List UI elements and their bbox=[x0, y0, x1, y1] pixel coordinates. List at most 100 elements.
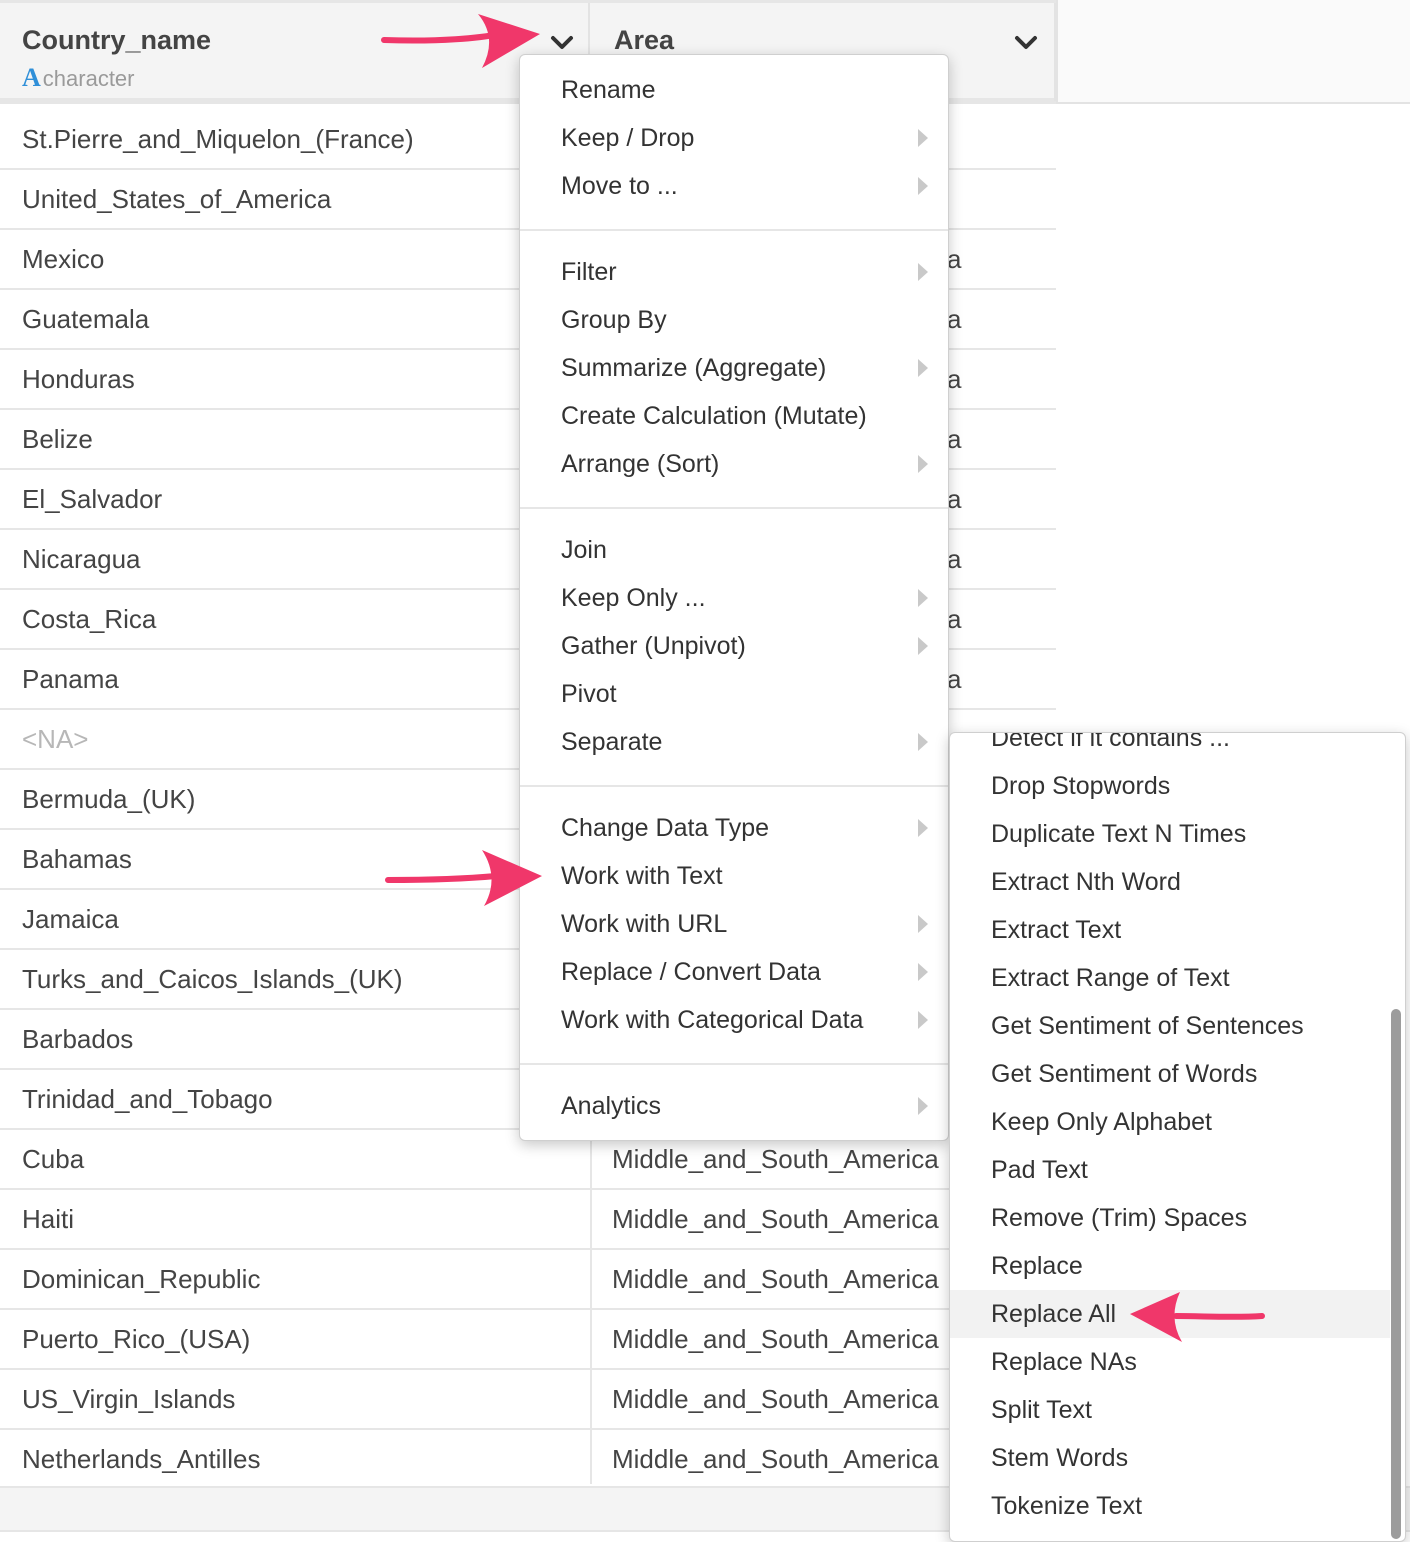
column-context-menu: Rename Keep / Drop Move to ... Filter Gr… bbox=[519, 54, 949, 1141]
submenu-item[interactable]: Duplicate Text N Times bbox=[950, 810, 1390, 858]
cell-area: a bbox=[947, 604, 962, 634]
chevron-down-icon[interactable] bbox=[1012, 31, 1040, 55]
menu-item-pivot[interactable]: Pivot bbox=[520, 672, 948, 716]
submenu-item[interactable]: Replace bbox=[950, 1242, 1390, 1290]
menu-item-arrange[interactable]: Arrange (Sort) bbox=[520, 442, 948, 486]
cell-country-name: Dominican_Republic bbox=[22, 1264, 261, 1294]
menu-item-group-by[interactable]: Group By bbox=[520, 298, 948, 342]
annotation-arrow-icon bbox=[385, 850, 542, 906]
table-row: Netherlands_Antilles Middle_and_South_Ame… bbox=[0, 1430, 1056, 1490]
menu-item-rename[interactable]: Rename bbox=[520, 68, 948, 112]
character-type-icon: A bbox=[22, 63, 41, 92]
menu-item-label: Arrange (Sort) bbox=[561, 450, 720, 478]
menu-item-label: Work with URL bbox=[561, 910, 728, 938]
cell-area: a bbox=[947, 364, 962, 394]
menu-item-work-with-url[interactable]: Work with URL bbox=[520, 902, 948, 946]
menu-item-move-to[interactable]: Move to ... bbox=[520, 164, 948, 208]
annotation-arrow-icon bbox=[1130, 1292, 1265, 1342]
submenu-item[interactable]: Get Sentiment of Words bbox=[950, 1050, 1390, 1098]
menu-item-analytics[interactable]: Analytics bbox=[520, 1084, 948, 1128]
menu-item-label: Separate bbox=[561, 728, 663, 756]
column-type-label: character bbox=[42, 66, 135, 91]
menu-item-label: Move to ... bbox=[561, 172, 678, 200]
menu-item-label: Filter bbox=[561, 258, 617, 286]
cell-country-name: Mexico bbox=[22, 244, 105, 274]
submenu-item[interactable]: Drop Stopwords bbox=[950, 762, 1390, 810]
caret-right-icon bbox=[918, 129, 928, 147]
submenu-item[interactable]: Tokenize Text bbox=[950, 1482, 1390, 1530]
caret-right-icon bbox=[918, 263, 928, 281]
caret-right-icon bbox=[918, 359, 928, 377]
menu-item-work-with-text[interactable]: Work with Text bbox=[520, 854, 948, 898]
caret-right-icon bbox=[918, 1097, 928, 1115]
menu-item-label: Create Calculation (Mutate) bbox=[561, 402, 867, 430]
menu-item-replace-convert[interactable]: Replace / Convert Data bbox=[520, 950, 948, 994]
menu-item-gather[interactable]: Gather (Unpivot) bbox=[520, 624, 948, 668]
table-row: Puerto_Rico_(USA) Middle_and_South_Americ… bbox=[0, 1310, 1056, 1370]
caret-right-icon bbox=[918, 455, 928, 473]
cell-country-name: US_Virgin_Islands bbox=[22, 1384, 236, 1414]
cell-country-name: Barbados bbox=[22, 1024, 134, 1054]
menu-item-label: Keep / Drop bbox=[561, 124, 695, 152]
submenu-item[interactable]: Extract Nth Word bbox=[950, 858, 1390, 906]
submenu-item[interactable]: Split Text bbox=[950, 1386, 1390, 1434]
menu-item-keep-only[interactable]: Keep Only ... bbox=[520, 576, 948, 620]
chevron-down-icon[interactable] bbox=[548, 31, 576, 55]
column-type: Acharacter bbox=[22, 63, 135, 93]
submenu-item[interactable]: Pad Text bbox=[950, 1146, 1390, 1194]
menu-item-label: Keep Only ... bbox=[561, 584, 706, 612]
cell-country-name: St.Pierre_and_Miquelon_(France) bbox=[22, 124, 414, 154]
submenu-scrollbar[interactable] bbox=[1391, 1009, 1401, 1539]
menu-separator bbox=[520, 507, 948, 509]
cell-country-name: Honduras bbox=[22, 364, 135, 394]
caret-right-icon bbox=[918, 177, 928, 195]
menu-item-separate[interactable]: Separate bbox=[520, 720, 948, 764]
cell-country-name: Bermuda_(UK) bbox=[22, 784, 196, 814]
cell-country-name: Guatemala bbox=[22, 304, 150, 334]
caret-right-icon bbox=[918, 963, 928, 981]
cell-country-name: Netherlands_Antilles bbox=[22, 1444, 261, 1474]
menu-item-keep-drop[interactable]: Keep / Drop bbox=[520, 116, 948, 160]
cell-country-name: <NA> bbox=[22, 724, 89, 754]
caret-right-icon bbox=[918, 733, 928, 751]
header-empty-area bbox=[1056, 0, 1410, 104]
submenu-item[interactable]: Stem Words bbox=[950, 1434, 1390, 1482]
caret-right-icon bbox=[918, 915, 928, 933]
table-row: Haiti Middle_and_South_America bbox=[0, 1190, 1056, 1250]
cell-country-name: Belize bbox=[22, 424, 93, 454]
submenu-item[interactable]: Extract Range of Text bbox=[950, 954, 1390, 1002]
menu-separator bbox=[520, 229, 948, 231]
column-name: Country_name bbox=[22, 25, 212, 55]
cell-country-name: Panama bbox=[22, 664, 119, 694]
cell-country-name: Turks_and_Caicos_Islands_(UK) bbox=[22, 964, 403, 994]
menu-item-label: Group By bbox=[561, 306, 667, 334]
annotation-arrow-icon bbox=[381, 14, 540, 68]
cell-country-name: United_States_of_America bbox=[22, 184, 332, 214]
cell-country-name: Costa_Rica bbox=[22, 604, 157, 634]
cell-country-name: Nicaragua bbox=[22, 544, 141, 574]
work-with-text-submenu: Detect if it contains ... Drop Stopwords D… bbox=[949, 732, 1406, 1542]
submenu-item[interactable]: Extract Text bbox=[950, 906, 1390, 954]
menu-item-join[interactable]: Join bbox=[520, 528, 948, 572]
cell-country-name: Haiti bbox=[22, 1204, 75, 1234]
cell-area: a bbox=[947, 244, 962, 274]
submenu-item[interactable]: Remove (Trim) Spaces bbox=[950, 1194, 1390, 1242]
cell-area: a bbox=[947, 664, 962, 694]
menu-item-label: Join bbox=[561, 536, 607, 564]
menu-item-label: Work with Text bbox=[561, 862, 723, 890]
menu-item-label: Work with Categorical Data bbox=[561, 1006, 864, 1034]
menu-item-filter[interactable]: Filter bbox=[520, 250, 948, 294]
column-name: Area bbox=[614, 25, 675, 55]
menu-item-label: Gather (Unpivot) bbox=[561, 632, 746, 660]
submenu-item[interactable]: Detect if it contains ... bbox=[950, 733, 1390, 762]
menu-item-work-with-categorical[interactable]: Work with Categorical Data bbox=[520, 998, 948, 1042]
menu-item-change-data-type[interactable]: Change Data Type bbox=[520, 806, 948, 850]
cell-country-name: Cuba bbox=[22, 1144, 85, 1174]
menu-item-create-calculation[interactable]: Create Calculation (Mutate) bbox=[520, 394, 948, 438]
submenu-item[interactable]: Keep Only Alphabet bbox=[950, 1098, 1390, 1146]
menu-item-label: Analytics bbox=[561, 1092, 662, 1120]
menu-item-summarize[interactable]: Summarize (Aggregate) bbox=[520, 346, 948, 390]
menu-item-label: Rename bbox=[561, 76, 656, 104]
cell-country-name: Puerto_Rico_(USA) bbox=[22, 1324, 251, 1354]
submenu-item[interactable]: Get Sentiment of Sentences bbox=[950, 1002, 1390, 1050]
